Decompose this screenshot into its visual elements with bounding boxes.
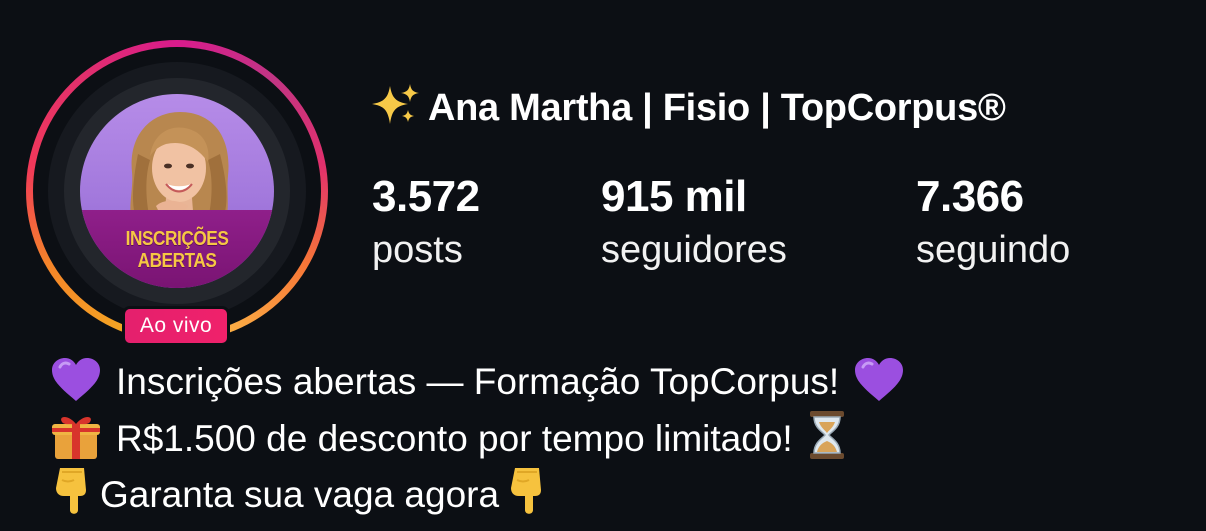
following-count: 7.366 xyxy=(916,172,1024,221)
hourglass-icon xyxy=(809,411,844,459)
gift-icon xyxy=(52,417,100,459)
avatar-banner-text: INSCRIÇÕES ABERTAS xyxy=(94,228,261,272)
purple-heart-icon xyxy=(52,358,100,401)
followers-count: 915 mil xyxy=(601,172,747,221)
avatar-banner-line-2: ABERTAS xyxy=(137,250,217,272)
pointing-down-icon xyxy=(56,468,86,514)
avatar-banner-line-1: INSCRIÇÕES xyxy=(125,228,229,250)
bio-line-3-text: Garanta sua vaga agora xyxy=(100,474,500,515)
pointing-down-icon xyxy=(511,468,542,514)
bio-line-1-text: Inscrições abertas — Formação TopCorpus! xyxy=(116,361,840,402)
bio-line-1: Inscrições abertas — Formação TopCorpus! xyxy=(50,354,905,410)
live-badge[interactable]: Ao vivo xyxy=(122,306,230,346)
bio-line-3: Garanta sua vaga agora xyxy=(50,466,905,522)
following-label: seguindo xyxy=(916,229,1071,271)
sparkles-icon xyxy=(372,84,419,124)
posts-label: posts xyxy=(372,229,463,271)
profile-avatar[interactable]: INSCRIÇÕES ABERTAS Ao vivo xyxy=(26,40,328,346)
stat-followers[interactable]: 915 mil seguidores xyxy=(601,172,787,274)
profile-name: Ana Martha | Fisio | TopCorpus® xyxy=(372,82,1006,133)
stat-following[interactable]: 7.366 seguindo xyxy=(916,172,1070,274)
profile-name-text: Ana Martha | Fisio | TopCorpus® xyxy=(428,87,1006,129)
bio-line-2-text: R$1.500 de desconto por tempo limitado! xyxy=(116,418,793,459)
profile-bio: Inscrições abertas — Formação TopCorpus!… xyxy=(50,354,905,522)
purple-heart-icon xyxy=(855,358,904,401)
profile-photo[interactable]: INSCRIÇÕES ABERTAS xyxy=(80,94,274,288)
stat-posts[interactable]: 3.572 posts xyxy=(372,172,480,274)
posts-count: 3.572 xyxy=(372,172,480,221)
bio-line-2: R$1.500 de desconto por tempo limitado! xyxy=(50,410,905,466)
followers-label: seguidores xyxy=(601,229,787,271)
